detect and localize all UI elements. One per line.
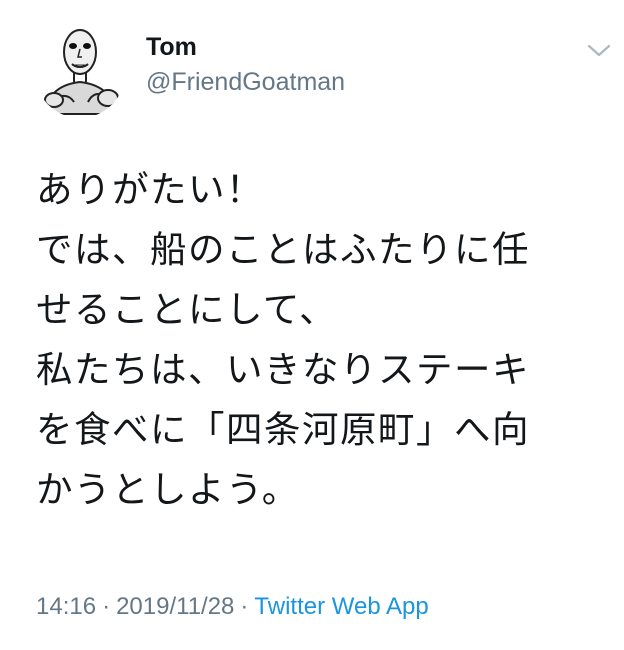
tweet-meta: 14:16 · 2019/11/28 · Twitter Web App	[36, 592, 429, 622]
tweet-text-line: 私たちは、いきなりステーキ	[36, 348, 530, 391]
tweet-source-link[interactable]: Twitter Web App	[254, 593, 428, 620]
meta-separator: ·	[102, 593, 111, 620]
tweet-date[interactable]: 2019/11/28	[116, 593, 234, 620]
tweet-text-line: では、船のことはふたりに任	[36, 228, 530, 271]
user-handle[interactable]: @FriendGoatman	[146, 67, 345, 97]
avatar[interactable]	[34, 22, 126, 118]
tweet-card: Tom @FriendGoatman ありがたい！ では、船のことはふたりに任 …	[0, 0, 624, 650]
tweet-text: ありがたい！ では、船のことはふたりに任 せることにして、 私たちは、いきなりス…	[36, 160, 616, 520]
tweet-text-line: を食べに「四条河原町」へ向	[36, 408, 530, 451]
tweet-text-line: かうとしよう。	[36, 468, 300, 511]
author-block: Tom @FriendGoatman	[146, 32, 345, 97]
display-name[interactable]: Tom	[146, 32, 345, 62]
chevron-down-icon[interactable]	[586, 42, 612, 60]
tweet-time[interactable]: 14:16	[36, 593, 96, 620]
tweet-text-line: せることにして、	[36, 288, 338, 331]
meta-separator: ·	[240, 593, 249, 620]
tweet-text-line: ありがたい！	[36, 168, 264, 211]
avatar-image	[42, 29, 120, 115]
